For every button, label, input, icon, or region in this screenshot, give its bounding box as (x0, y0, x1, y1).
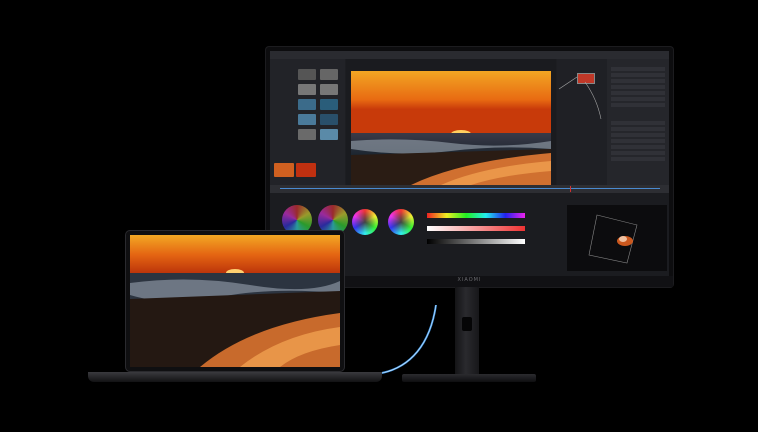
timeline-bar (270, 185, 669, 193)
media-thumb (298, 69, 316, 80)
clip-thumb (296, 163, 316, 177)
vectorscope (567, 205, 667, 271)
color-wheel (352, 209, 378, 235)
color-wheel (388, 209, 414, 235)
media-thumb (298, 99, 316, 110)
media-pool-panel (270, 59, 345, 185)
usb-c-cable (381, 305, 437, 374)
product-scene: XIAOMI (0, 0, 758, 432)
luminance-bar (427, 239, 525, 244)
media-thumb (320, 99, 338, 110)
hue-bar (427, 213, 525, 218)
media-thumb (298, 114, 316, 125)
app-top-bar (270, 51, 669, 59)
media-thumb (320, 69, 338, 80)
viewer-panel (346, 59, 556, 185)
node-graph (557, 59, 607, 185)
media-thumb (320, 114, 338, 125)
properties-panel (607, 59, 669, 185)
laptop-base (88, 372, 382, 382)
node-connection (558, 76, 602, 120)
media-thumb (320, 84, 338, 95)
laptop-lid (126, 231, 344, 371)
media-thumb (320, 129, 338, 140)
monitor-stand-neck (455, 287, 479, 377)
laptop-screen-sunset (130, 235, 340, 367)
sunset-video-frame (351, 71, 551, 185)
monitor-stand-base (402, 374, 536, 382)
media-thumb (298, 129, 316, 140)
clip-thumb (274, 163, 294, 177)
saturation-bar (427, 226, 525, 231)
media-thumb (298, 84, 316, 95)
